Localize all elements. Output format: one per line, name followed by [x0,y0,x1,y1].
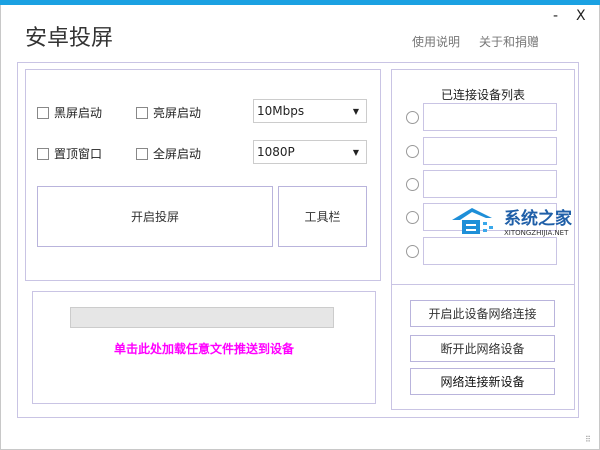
watermark-name: 系统之家 [504,209,572,229]
resize-grip-icon[interactable]: ⠿ [585,436,591,444]
watermark-url: XITONGZHIJIA.NET [504,229,569,237]
device-entry[interactable] [423,103,557,131]
enable-network-button[interactable]: 开启此设备网络连接 [410,300,555,327]
checkbox-icon [37,147,49,160]
device-entry[interactable] [423,237,557,265]
close-button[interactable]: X [576,8,586,24]
upload-progress-bar [70,307,334,328]
connect-new-device-button[interactable]: 网络连接新设备 [410,368,555,395]
checkbox-label: 全屏启动 [153,147,202,161]
bitrate-select[interactable]: 10Mbps ▼ [253,99,367,123]
push-file-link[interactable]: 单击此处加载任意文件推送到设备 [32,340,376,357]
black-screen-checkbox[interactable]: 黑屏启动 [37,104,102,121]
minimize-button[interactable]: - [553,8,558,24]
bright-screen-checkbox[interactable]: 亮屏启动 [136,104,201,121]
watermark-logo: 系统之家 XITONGZHIJIA.NET [450,204,572,237]
device-radio[interactable] [406,245,419,258]
divider [391,284,575,285]
start-mirroring-button[interactable]: 开启投屏 [37,186,273,247]
checkbox-label: 亮屏启动 [153,106,202,120]
resolution-value: 1080P [257,145,295,159]
checkbox-icon [136,106,148,119]
device-list-title: 已连接设备列表 [440,88,525,102]
device-radio[interactable] [406,111,419,124]
app-title: 安卓投屏 [25,26,114,51]
toolbar-button[interactable]: 工具栏 [278,186,367,247]
checkbox-label: 置顶窗口 [54,147,103,161]
chevron-down-icon: ▼ [352,147,359,157]
chevron-down-icon: ▼ [352,106,359,116]
bitrate-value: 10Mbps [257,104,305,118]
about-donate-link[interactable]: 关于和捐赠 [479,33,539,50]
fullscreen-checkbox[interactable]: 全屏启动 [136,145,201,162]
device-radio[interactable] [406,178,419,191]
disconnect-network-button[interactable]: 断开此网络设备 [410,335,555,362]
checkbox-icon [136,147,148,160]
help-link[interactable]: 使用说明 [412,33,460,50]
device-entry[interactable] [423,170,557,198]
resolution-select[interactable]: 1080P ▼ [253,140,367,164]
topmost-checkbox[interactable]: 置顶窗口 [37,145,102,162]
checkbox-icon [37,106,49,119]
device-radio[interactable] [406,211,419,224]
checkbox-label: 黑屏启动 [54,106,103,120]
house-logo-icon [452,207,493,234]
device-entry[interactable] [423,137,557,165]
device-radio[interactable] [406,145,419,158]
